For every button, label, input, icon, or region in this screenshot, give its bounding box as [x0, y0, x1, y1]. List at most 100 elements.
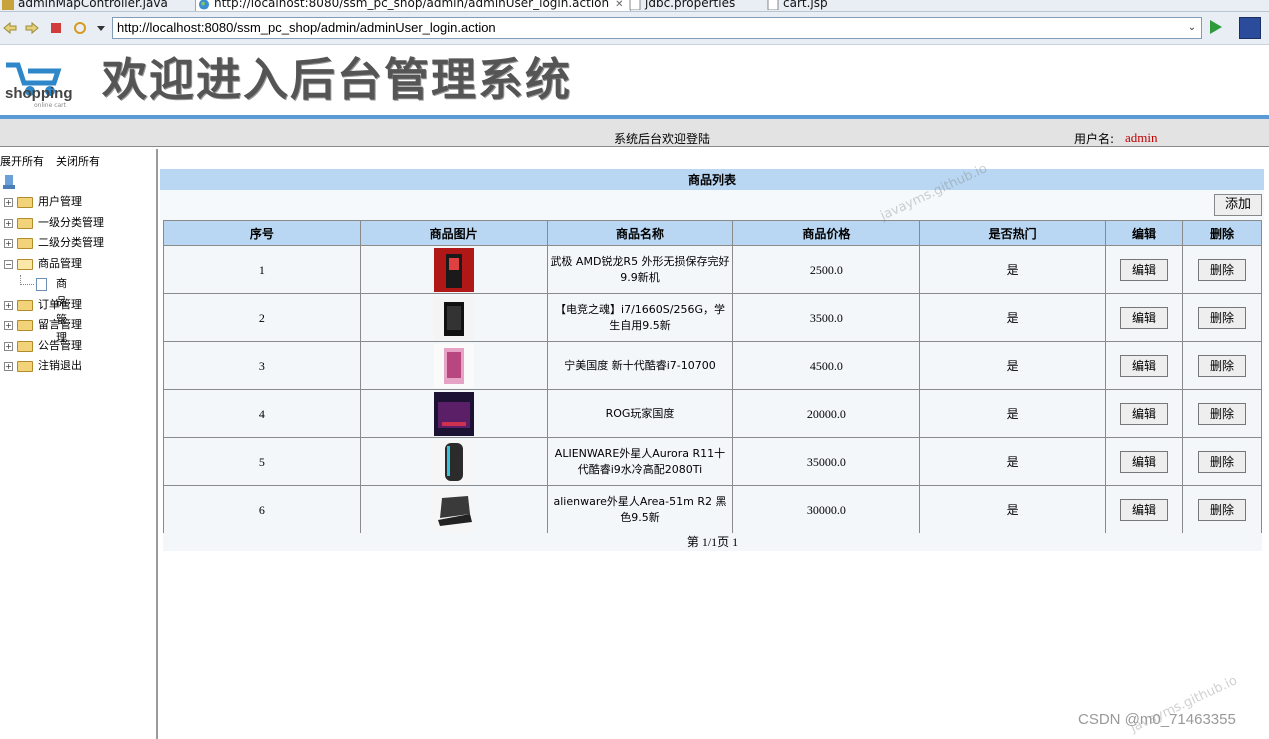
edit-button[interactable]: 编辑	[1120, 354, 1169, 377]
go-icon[interactable]	[1210, 20, 1222, 34]
expand-icon[interactable]: +	[4, 321, 13, 330]
collapse-all-link[interactable]: 关闭所有	[56, 155, 100, 168]
url-input[interactable]: http://localhost:8080/ssm_pc_shop/admin/…	[112, 17, 1202, 39]
delete-button[interactable]: 删除	[1198, 306, 1246, 329]
expand-icon[interactable]: +	[4, 198, 13, 207]
edit-button[interactable]: 编辑	[1120, 306, 1169, 329]
row-delete-cell: 删除	[1182, 341, 1262, 390]
pagination[interactable]: 第 1/1页 1	[163, 533, 1262, 551]
tab-browser-page[interactable]: http://localhost:8080/ssm_pc_shop/admin/…	[195, 0, 631, 11]
welcome-text: 系统后台欢迎登陆	[614, 132, 711, 146]
row-edit-cell: 编辑	[1105, 341, 1183, 390]
product-table: 序号 商品图片 商品名称 商品价格 是否热门 编辑 删除 1 武极 AMD锐龙R…	[163, 220, 1262, 534]
tree-connector	[20, 275, 34, 285]
admin-page: shopping online cart 欢迎进入后台管理系统 系统后台欢迎登陆…	[0, 45, 1269, 739]
table-row: 2 【电竞之魂】i7/1660S/256G，学生自用9.5新 3500.0 是 …	[163, 293, 1262, 342]
col-delete: 删除	[1182, 220, 1262, 246]
tab-cart-jsp[interactable]: cart.jsp	[765, 0, 828, 11]
product-image[interactable]	[433, 439, 474, 484]
back-arrow-icon[interactable]	[3, 21, 17, 35]
delete-button[interactable]: 删除	[1198, 450, 1246, 473]
csdn-watermark: CSDN @m0_71463355	[1078, 711, 1236, 728]
row-hot: 是	[919, 245, 1107, 294]
folder-icon	[17, 197, 33, 208]
tab-admin-map-controller[interactable]: adminMapController.java	[0, 0, 168, 11]
product-image[interactable]	[433, 487, 474, 532]
row-name: 宁美国度 新十代酷睿i7-10700	[546, 341, 734, 390]
expand-all-link[interactable]: 展开所有	[0, 155, 44, 168]
welcome-bar: 系统后台欢迎登陆 用户名: admin	[0, 119, 1269, 147]
delete-button[interactable]: 删除	[1198, 498, 1246, 521]
table-row: 5 ALIENWARE外星人Aurora R11十代酷睿i9水冷高配2080Ti…	[163, 437, 1262, 486]
open-folder-icon	[17, 259, 33, 270]
expand-icon[interactable]: +	[4, 301, 13, 310]
add-button[interactable]: 添加	[1214, 194, 1262, 216]
logo-subtext: online cart	[34, 102, 67, 109]
close-tab-icon[interactable]: ✕	[615, 0, 623, 10]
row-hot: 是	[919, 485, 1107, 534]
tree-controls: 展开所有 关闭所有	[0, 153, 112, 169]
page-icon	[36, 278, 47, 291]
add-row: 添加	[160, 190, 1264, 220]
row-name: ROG玩家国度	[546, 389, 734, 438]
refresh-icon[interactable]	[73, 21, 87, 35]
row-price: 20000.0	[732, 389, 921, 438]
logo-text: shopping	[5, 85, 73, 102]
row-edit-cell: 编辑	[1105, 245, 1183, 294]
row-image	[359, 245, 548, 294]
row-delete-cell: 删除	[1182, 245, 1262, 294]
row-price: 3500.0	[732, 293, 921, 342]
expand-icon[interactable]: +	[4, 219, 13, 228]
tab-jdbc-properties[interactable]: jdbc.properties	[627, 0, 735, 11]
row-no: 4	[163, 389, 361, 438]
row-image	[359, 341, 548, 390]
col-name: 商品名称	[546, 220, 734, 246]
page-title: 欢迎进入后台管理系统	[102, 53, 573, 106]
row-price: 2500.0	[732, 245, 921, 294]
expand-icon[interactable]: +	[4, 342, 13, 351]
delete-button[interactable]: 删除	[1198, 258, 1246, 281]
forward-arrow-icon[interactable]	[25, 21, 39, 35]
expand-icon[interactable]: +	[4, 239, 13, 248]
table-row: 3 宁美国度 新十代酷睿i7-10700 4500.0 是 编辑 删除	[163, 341, 1262, 390]
menu-dropdown-icon[interactable]	[94, 21, 108, 35]
row-name: ALIENWARE外星人Aurora R11十代酷睿i9水冷高配2080Ti	[546, 437, 734, 486]
collapse-icon[interactable]: −	[4, 260, 13, 269]
delete-button[interactable]: 删除	[1198, 402, 1246, 425]
col-no: 序号	[163, 220, 361, 246]
edit-button[interactable]: 编辑	[1120, 258, 1169, 281]
expand-icon[interactable]: +	[4, 362, 13, 371]
row-hot: 是	[919, 389, 1107, 438]
row-image	[359, 437, 548, 486]
product-image[interactable]	[433, 295, 474, 340]
row-name: 【电竞之魂】i7/1660S/256G，学生自用9.5新	[546, 293, 734, 342]
editor-tab-bar: adminMapController.java http://localhost…	[0, 0, 1269, 12]
edit-button[interactable]: 编辑	[1120, 450, 1169, 473]
product-image[interactable]	[433, 391, 474, 436]
external-browser-icon[interactable]	[1239, 17, 1261, 39]
row-price: 4500.0	[732, 341, 921, 390]
row-edit-cell: 编辑	[1105, 389, 1183, 438]
table-row: 1 武极 AMD锐龙R5 外形无损保存完好9.9新机 2500.0 是 编辑 删…	[163, 245, 1262, 294]
root-node-icon	[3, 175, 15, 189]
row-price: 35000.0	[732, 437, 921, 486]
row-no: 6	[163, 485, 361, 534]
row-delete-cell: 删除	[1182, 389, 1262, 438]
user-label: 用户名:	[1074, 132, 1115, 146]
row-delete-cell: 删除	[1182, 485, 1262, 534]
properties-file-icon	[629, 0, 641, 10]
row-hot: 是	[919, 293, 1107, 342]
delete-button[interactable]: 删除	[1198, 354, 1246, 377]
java-file-icon	[2, 0, 14, 10]
edit-button[interactable]: 编辑	[1120, 402, 1169, 425]
table-row: 6 alienware外星人Area-51m R2 黑色9.5新 30000.0…	[163, 485, 1262, 534]
product-list-panel: 商品列表 添加 序号 商品图片 商品名称 商品价格 是否热门 编辑 删除 1 武…	[160, 169, 1266, 559]
product-image[interactable]	[433, 343, 474, 388]
stop-icon[interactable]	[49, 21, 63, 35]
edit-button[interactable]: 编辑	[1120, 498, 1169, 521]
product-image[interactable]	[433, 247, 474, 292]
chevron-down-icon[interactable]: ⌄	[1186, 21, 1198, 35]
globe-icon	[198, 0, 210, 10]
row-image	[359, 485, 548, 534]
user-name: admin	[1125, 130, 1158, 145]
